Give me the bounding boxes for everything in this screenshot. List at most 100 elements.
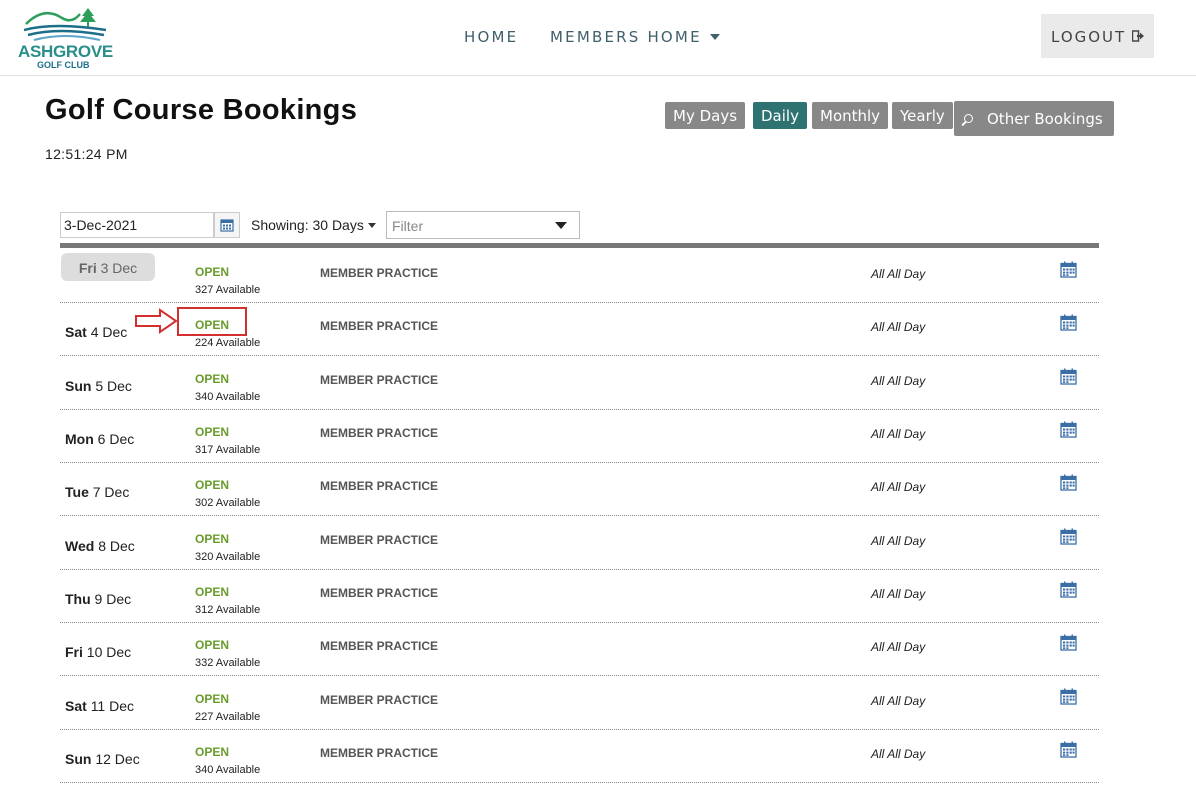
calendar-icon[interactable] xyxy=(1060,581,1077,598)
day-date: 5 Dec xyxy=(95,378,132,394)
event-time: All All Day xyxy=(871,640,926,654)
event-time: All All Day xyxy=(871,747,926,761)
nav-home-link[interactable]: HOME xyxy=(464,28,518,46)
other-bookings-button[interactable]: Other Bookings xyxy=(954,101,1114,136)
day-label[interactable]: Mon 6 Dec xyxy=(65,431,134,447)
calendar-icon[interactable] xyxy=(1060,741,1077,758)
event-name[interactable]: MEMBER PRACTICE xyxy=(320,479,438,493)
availability-count: 320 Available xyxy=(195,551,261,563)
event-time: All All Day xyxy=(871,374,926,388)
calendar-icon[interactable] xyxy=(1060,261,1077,278)
brand-subtitle: GOLF CLUB xyxy=(37,60,90,70)
status-badge[interactable]: OPEN xyxy=(195,745,229,759)
status-badge[interactable]: OPEN xyxy=(195,372,229,386)
current-time: 12:51:24 PM xyxy=(45,146,128,162)
status-badge[interactable]: OPEN xyxy=(195,532,229,546)
ashgrove-logo[interactable]: ASHGROVE GOLF CLUB xyxy=(18,4,113,70)
view-daily-button[interactable]: Daily xyxy=(753,102,807,129)
calendar-icon[interactable] xyxy=(1060,688,1077,705)
day-label[interactable]: Wed 8 Dec xyxy=(65,538,135,554)
event-name[interactable]: MEMBER PRACTICE xyxy=(320,746,438,760)
booking-row: Fri 10 Dec OPEN 332 Available MEMBER PRACTI… xyxy=(60,622,1099,676)
availability-count: 224 Available xyxy=(195,337,261,349)
event-name[interactable]: MEMBER PRACTICE xyxy=(320,266,438,280)
search-icon xyxy=(964,114,973,123)
dropdown-arrow-icon xyxy=(555,222,567,229)
event-time: All All Day xyxy=(871,320,926,334)
calendar-icon[interactable] xyxy=(1060,634,1077,651)
nav-members-home-label: MEMBERS HOME xyxy=(550,28,702,46)
event-name[interactable]: MEMBER PRACTICE xyxy=(320,426,438,440)
status-badge[interactable]: OPEN xyxy=(195,585,229,599)
availability-count: 227 Available xyxy=(195,711,261,723)
availability-count: 332 Available xyxy=(195,657,261,669)
booking-row: Sat 11 Dec OPEN 227 Available MEMBER PRACTI… xyxy=(60,676,1099,730)
calendar-icon[interactable] xyxy=(1060,474,1077,491)
day-date: 10 Dec xyxy=(86,644,132,660)
calendar-icon[interactable] xyxy=(1060,368,1077,385)
availability-count: 302 Available xyxy=(195,497,261,509)
event-name[interactable]: MEMBER PRACTICE xyxy=(320,693,438,707)
day-label[interactable]: Sun 5 Dec xyxy=(65,378,132,394)
day-date: 12 Dec xyxy=(95,751,140,767)
view-yearly-button[interactable]: Yearly xyxy=(892,102,953,129)
day-label[interactable]: Sun 12 Dec xyxy=(65,751,140,767)
page-title: Golf Course Bookings xyxy=(45,94,358,126)
day-date: 4 Dec xyxy=(90,324,128,340)
day-label[interactable]: Fri 10 Dec xyxy=(65,644,131,660)
status-badge[interactable]: OPEN xyxy=(195,425,229,439)
event-time: All All Day xyxy=(871,267,926,281)
calendar-icon[interactable] xyxy=(1060,421,1077,438)
booking-row: Wed 8 Dec OPEN 320 Available MEMBER PRACTIC… xyxy=(60,516,1099,570)
booking-row: Sun 12 Dec OPEN 340 Available MEMBER PRACTI… xyxy=(60,729,1099,783)
status-badge[interactable]: OPEN xyxy=(195,692,229,706)
showing-range-dropdown[interactable]: Showing: 30 Days xyxy=(251,217,376,233)
sign-out-icon xyxy=(1131,28,1145,42)
event-name[interactable]: MEMBER PRACTICE xyxy=(320,586,438,600)
status-badge[interactable]: OPEN xyxy=(195,265,229,279)
day-of-week: Mon xyxy=(65,431,94,447)
day-of-week: Sat xyxy=(65,324,87,340)
calendar-icon[interactable] xyxy=(1060,528,1077,545)
day-label[interactable]: Sat 11 Dec xyxy=(65,698,134,714)
view-monthly-button[interactable]: Monthly xyxy=(812,102,889,129)
event-name[interactable]: MEMBER PRACTICE xyxy=(320,373,438,387)
showing-label: Showing: 30 Days xyxy=(251,217,364,233)
day-label[interactable]: Tue 7 Dec xyxy=(65,484,129,500)
day-label[interactable]: Fri 3 Dec xyxy=(61,253,155,281)
list-header-divider xyxy=(60,243,1099,248)
top-navbar: ASHGROVE GOLF CLUB HOME MEMBERS HOME LOG… xyxy=(0,0,1196,76)
event-name[interactable]: MEMBER PRACTICE xyxy=(320,319,438,333)
date-input[interactable]: 3-Dec-2021 xyxy=(60,212,214,238)
view-my-days-button[interactable]: My Days xyxy=(665,102,746,129)
filter-placeholder: Filter xyxy=(392,218,424,234)
event-time: All All Day xyxy=(871,534,926,548)
booking-row: Thu 9 Dec OPEN 312 Available MEMBER PRACTIC… xyxy=(60,569,1099,623)
day-date: 8 Dec xyxy=(98,538,135,554)
day-of-week: Sun xyxy=(65,378,92,394)
highlight-box-annotation xyxy=(177,307,247,336)
status-badge[interactable]: OPEN xyxy=(195,478,229,492)
day-of-week: Sat xyxy=(65,698,87,714)
calendar-icon[interactable] xyxy=(1060,314,1077,331)
golf-course-logo-icon xyxy=(24,8,106,41)
day-date: 3 Dec xyxy=(100,260,138,276)
day-label[interactable]: Thu 9 Dec xyxy=(65,591,131,607)
logout-button[interactable]: LOGOUT xyxy=(1041,14,1154,58)
nav-members-home-dropdown[interactable]: MEMBERS HOME xyxy=(550,28,720,46)
event-time: All All Day xyxy=(871,480,926,494)
booking-row: Fri 3 Dec OPEN 327 Available MEMBER PRACTIC… xyxy=(60,249,1099,303)
availability-count: 317 Available xyxy=(195,444,261,456)
event-name[interactable]: MEMBER PRACTICE xyxy=(320,533,438,547)
availability-count: 340 Available xyxy=(195,764,261,776)
day-of-week: Fri xyxy=(65,644,83,660)
day-date: 9 Dec xyxy=(94,591,132,607)
filter-select[interactable]: Filter xyxy=(386,211,580,239)
event-name[interactable]: MEMBER PRACTICE xyxy=(320,639,438,653)
day-label[interactable]: Sat 4 Dec xyxy=(65,324,127,340)
event-time: All All Day xyxy=(871,587,926,601)
event-time: All All Day xyxy=(871,427,926,441)
date-picker-button[interactable] xyxy=(214,212,240,238)
other-bookings-label: Other Bookings xyxy=(987,110,1103,128)
status-badge[interactable]: OPEN xyxy=(195,638,229,652)
